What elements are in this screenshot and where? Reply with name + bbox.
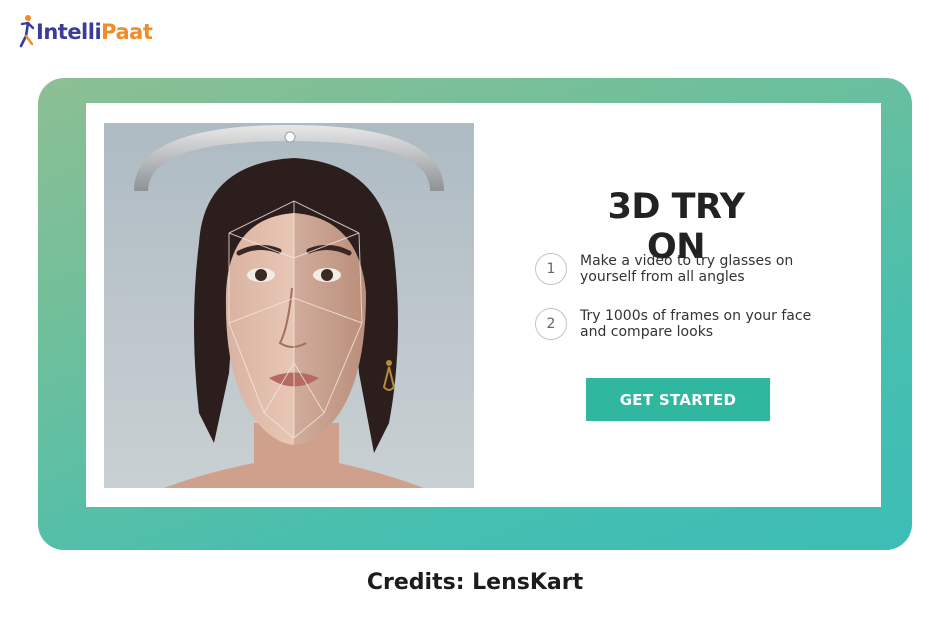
logo-wordmark: IntelliPaat bbox=[36, 20, 153, 44]
face-scan-illustration bbox=[104, 123, 474, 488]
step-2-number: 2 bbox=[535, 308, 567, 340]
step-1: 1 Make a video to try glasses on yoursel… bbox=[535, 253, 820, 285]
credits-caption: Credits: LensKart bbox=[366, 570, 584, 595]
step-1-line-2: yourself from all angles bbox=[580, 269, 745, 285]
logo-text-ntelli: ntelli bbox=[43, 20, 102, 44]
step-2-text: Try 1000s of frames on your face and com… bbox=[580, 308, 820, 340]
logo-figure-icon bbox=[19, 15, 35, 48]
face-scan-photo bbox=[104, 123, 474, 488]
logo-text-paat: Paat bbox=[101, 20, 153, 44]
get-started-button[interactable]: GET STARTED bbox=[586, 378, 770, 421]
promo-card: 3D TRY ON 1 Make a video to try glasses … bbox=[86, 103, 881, 507]
step-2-line-1: Try 1000s of frames on your face bbox=[580, 308, 812, 324]
step-1-number: 1 bbox=[535, 253, 567, 285]
step-2-line-2: and compare looks bbox=[580, 324, 714, 340]
step-1-text: Make a video to try glasses on yourself … bbox=[580, 253, 820, 285]
step-1-line-1: Make a video to try glasses on bbox=[580, 253, 794, 269]
intellipaat-logo[interactable]: IntelliPaat bbox=[18, 12, 153, 52]
step-2: 2 Try 1000s of frames on your face and c… bbox=[535, 308, 820, 340]
